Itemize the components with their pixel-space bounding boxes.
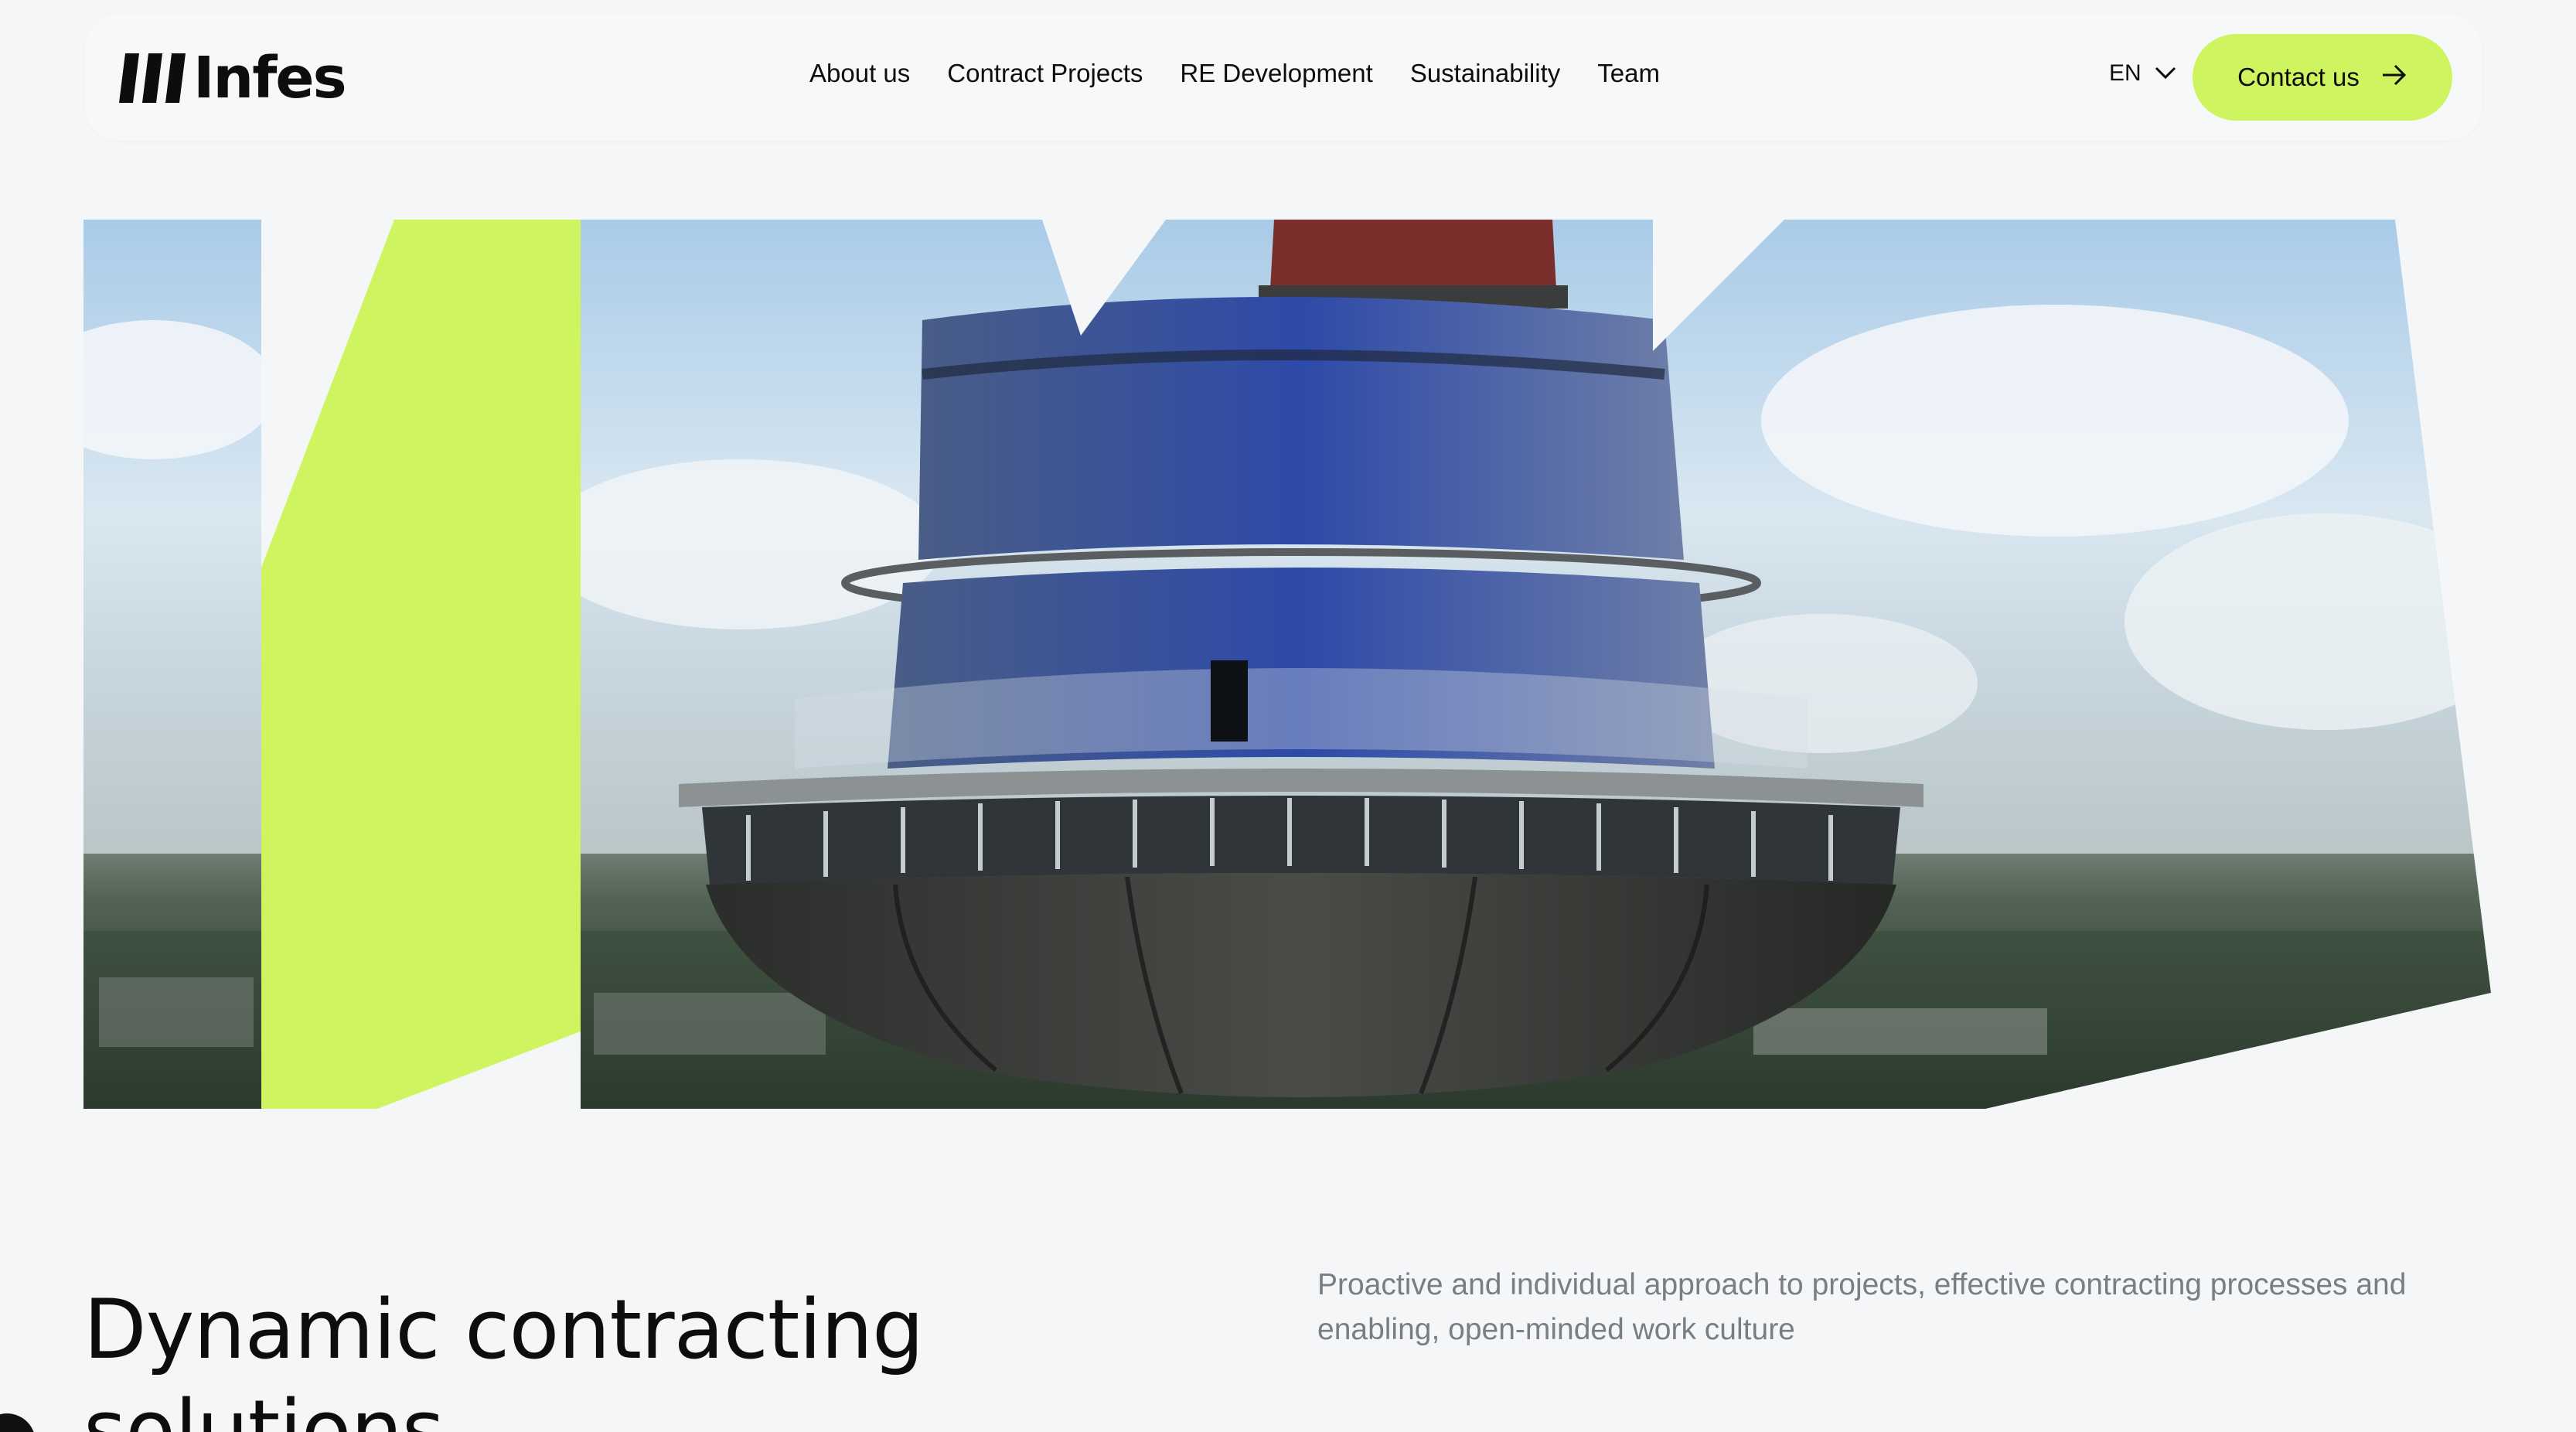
chevron-down-icon	[2154, 60, 2177, 87]
logo-text: Infes	[193, 45, 347, 111]
site-header: Infes About us Contract Projects RE Deve…	[85, 14, 2482, 141]
hero-photo	[83, 220, 2491, 1109]
nav-item-contract-projects[interactable]: Contract Projects	[947, 59, 1143, 88]
nav-item-re-development[interactable]: RE Development	[1180, 59, 1372, 88]
nav-item-about[interactable]: About us	[809, 59, 910, 88]
contact-us-button[interactable]: Contact us	[2193, 34, 2452, 121]
language-label: EN	[2109, 60, 2142, 86]
hero-image	[83, 220, 2491, 1109]
page-headline: Dynamic contracting solutions	[83, 1282, 924, 1432]
arrow-right-icon	[2381, 63, 2407, 92]
nav-item-sustainability[interactable]: Sustainability	[1410, 59, 1560, 88]
page: Infes About us Contract Projects RE Deve…	[0, 0, 2576, 1432]
main-nav: About us Contract Projects RE Developmen…	[809, 59, 1660, 88]
hero-description: Proactive and individual approach to pro…	[1317, 1268, 2407, 1346]
logo[interactable]: Infes	[119, 45, 347, 111]
chat-widget-icon[interactable]	[0, 1413, 36, 1432]
nav-item-team[interactable]: Team	[1597, 59, 1660, 88]
contact-us-label: Contact us	[2237, 63, 2360, 91]
logo-mark-icon	[119, 53, 190, 103]
language-selector[interactable]: EN	[2109, 60, 2177, 87]
